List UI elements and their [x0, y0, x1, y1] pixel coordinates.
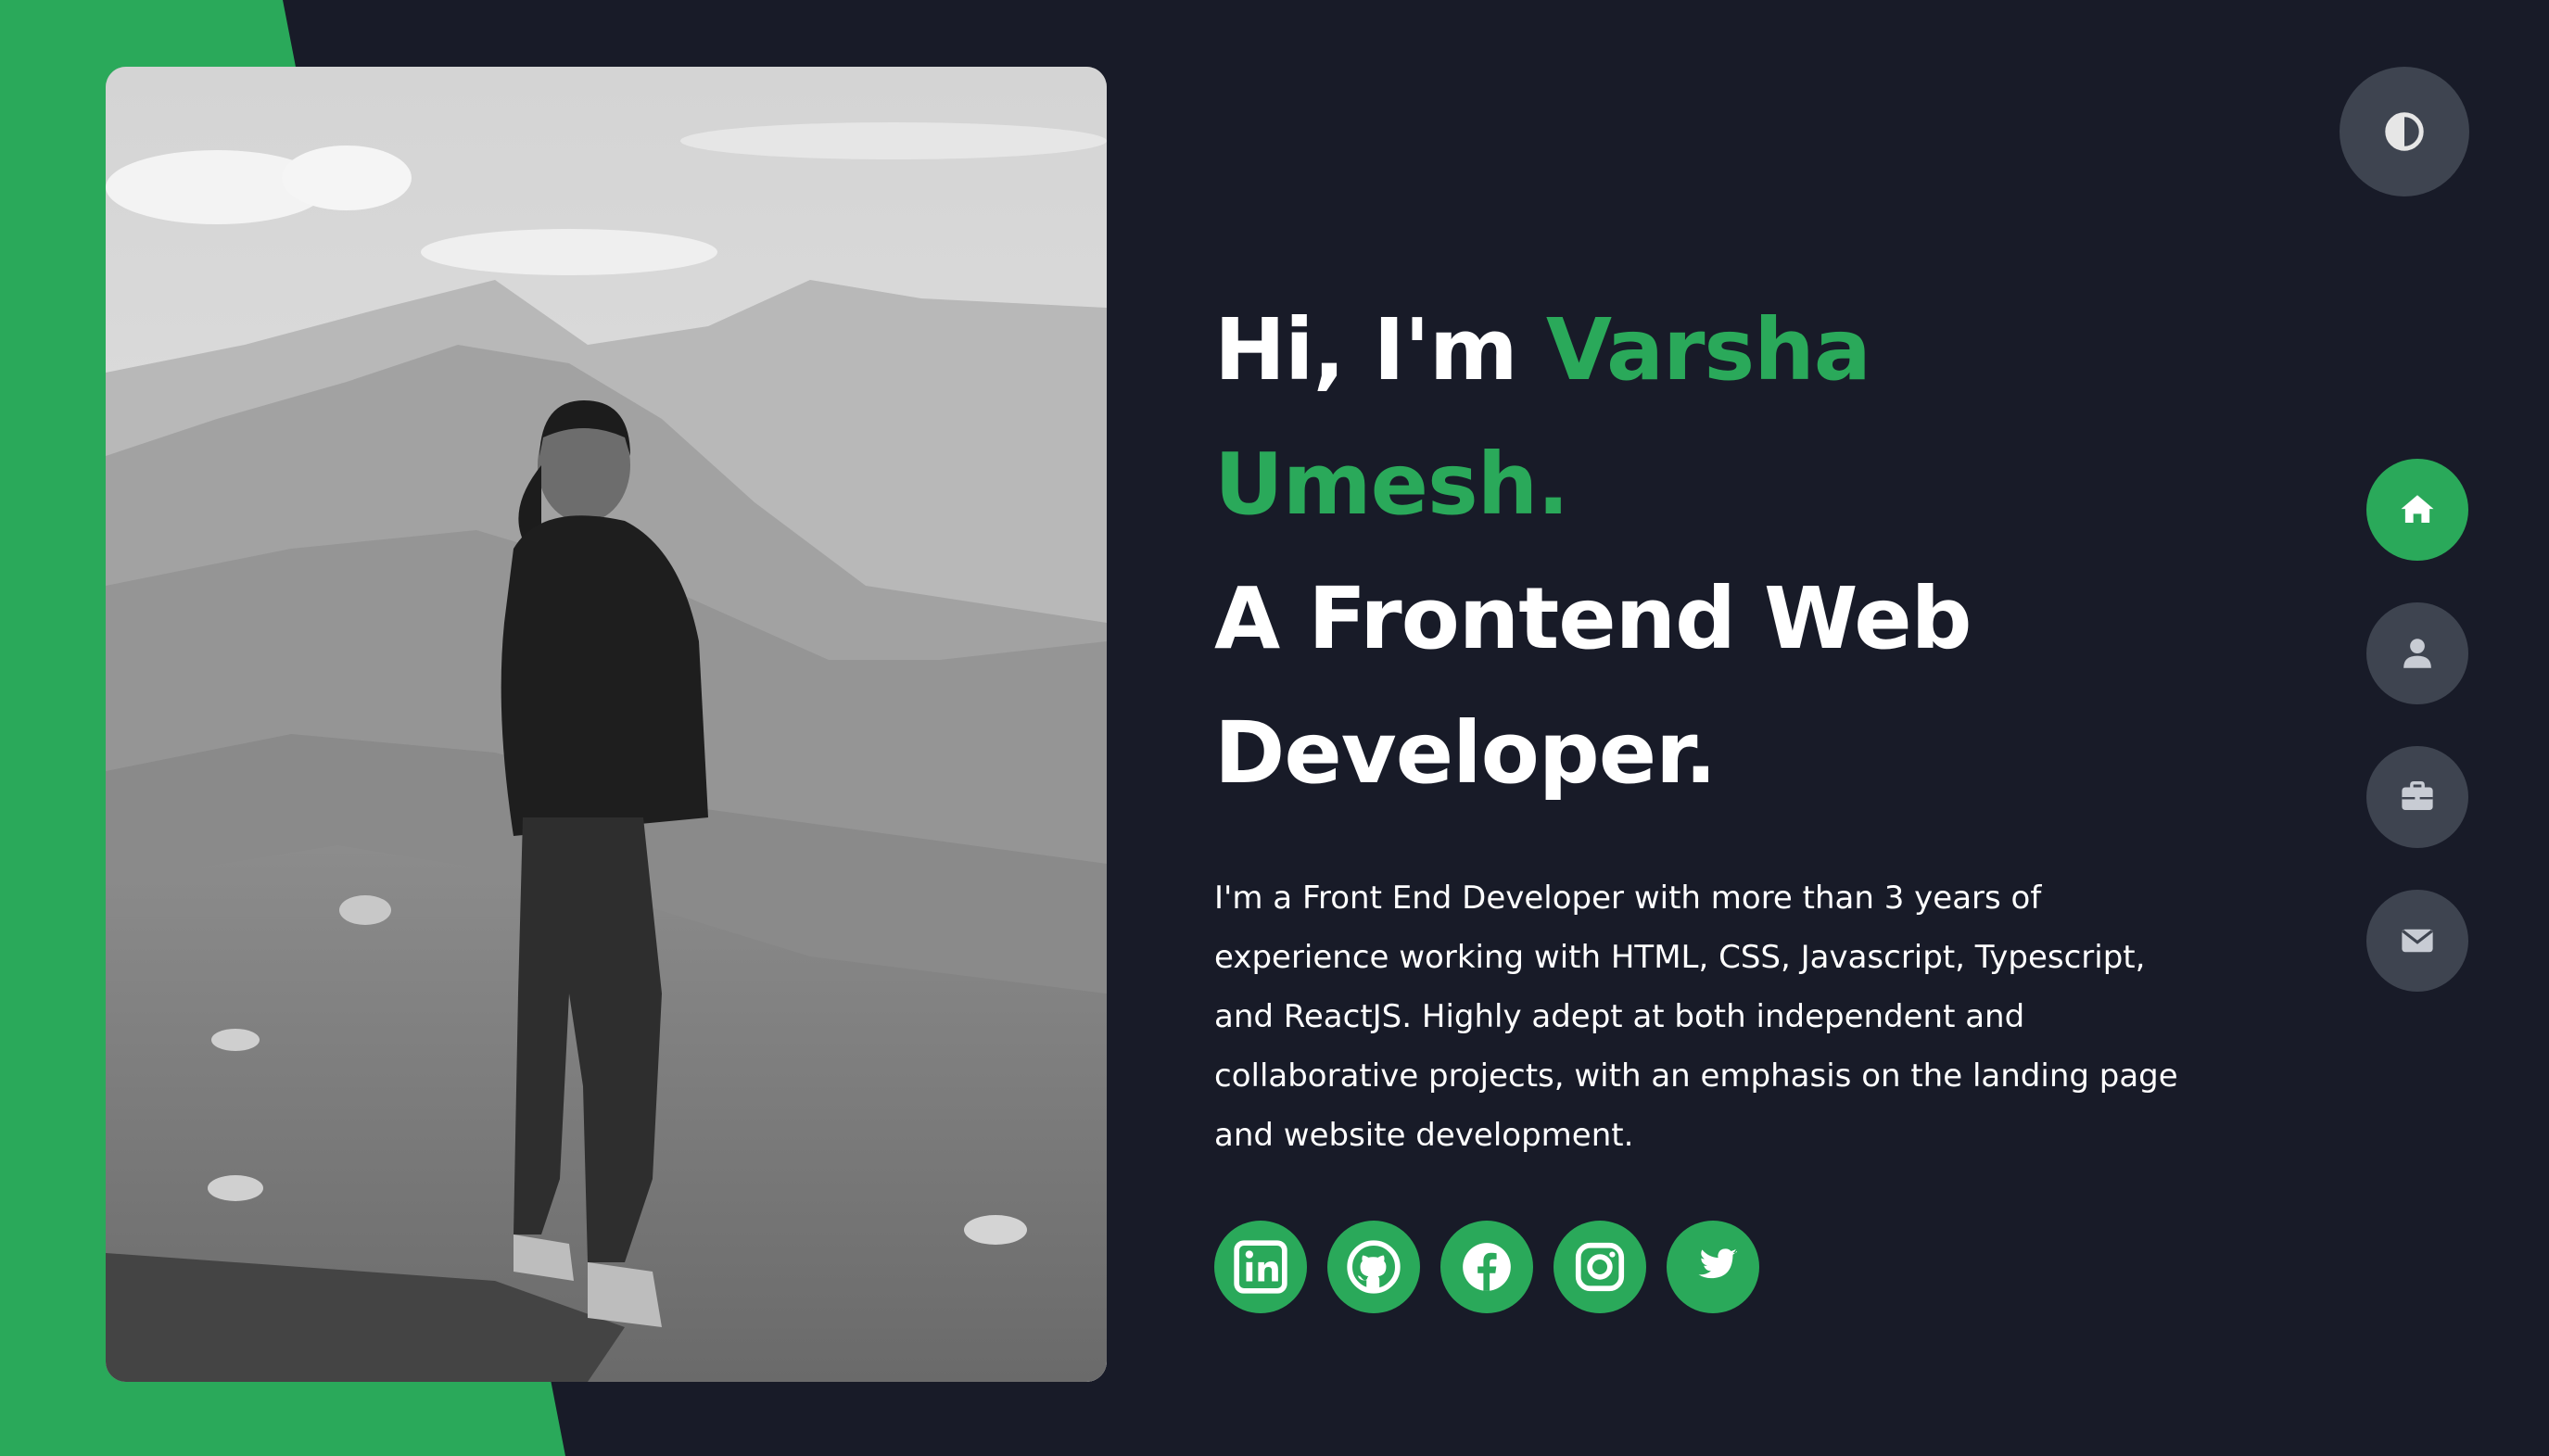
tagline-line2: Developer. — [1214, 703, 1717, 803]
github-button[interactable] — [1327, 1221, 1420, 1313]
facebook-icon — [1463, 1243, 1511, 1291]
facebook-button[interactable] — [1440, 1221, 1533, 1313]
linkedin-icon — [1234, 1240, 1287, 1294]
nav-about-button[interactable] — [2366, 602, 2468, 704]
bio-text: I'm a Front End Developer with more than… — [1214, 880, 2178, 1154]
instagram-icon — [1575, 1242, 1625, 1292]
headline: Hi, I'm Varsha Umesh. A Frontend Web Dev… — [1214, 283, 2215, 820]
social-links — [1214, 1221, 2215, 1313]
envelope-icon — [2402, 929, 2433, 953]
github-icon — [1347, 1240, 1401, 1294]
nav-portfolio-button[interactable] — [2366, 746, 2468, 848]
linkedin-button[interactable] — [1214, 1221, 1307, 1313]
nav-contact-button[interactable] — [2366, 890, 2468, 992]
briefcase-icon — [2402, 781, 2433, 810]
twitter-icon — [1698, 1248, 1737, 1279]
profile-photo — [106, 67, 1107, 1382]
nav-home-button[interactable] — [2366, 459, 2468, 561]
tagline-line1: A Frontend Web — [1214, 569, 1972, 668]
instagram-button[interactable] — [1553, 1221, 1646, 1313]
home-icon — [2401, 495, 2434, 523]
side-navigation — [2366, 459, 2468, 992]
contrast-icon — [2385, 112, 2424, 151]
theme-toggle-button[interactable] — [2340, 67, 2469, 196]
user-icon — [2403, 639, 2431, 668]
hero-section: Hi, I'm Varsha Umesh. A Frontend Web Dev… — [1214, 283, 2215, 1313]
page: Hi, I'm Varsha Umesh. A Frontend Web Dev… — [0, 0, 2549, 1456]
greeting: Hi, I'm — [1214, 300, 1546, 399]
twitter-button[interactable] — [1667, 1221, 1759, 1313]
